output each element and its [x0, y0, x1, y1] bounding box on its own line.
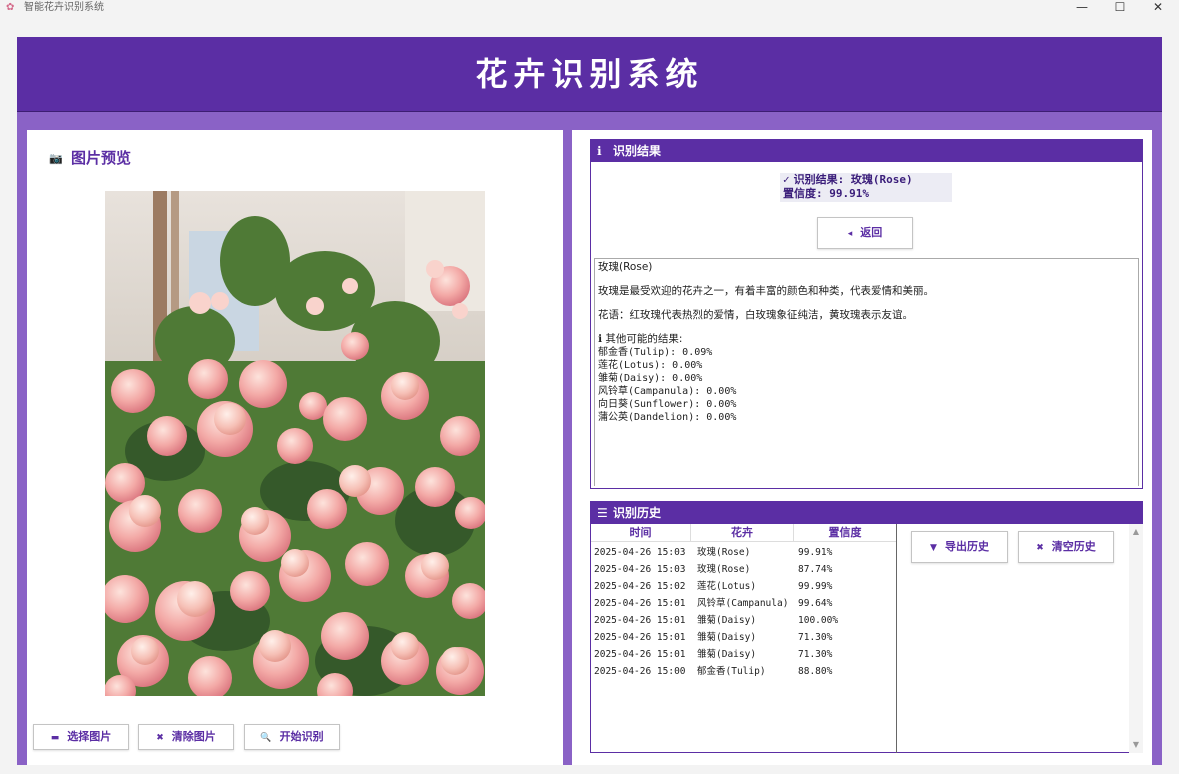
check-icon: ✓ — [783, 173, 790, 186]
clear-history-button[interactable]: ✖ 清空历史 — [1018, 531, 1114, 563]
search-icon: 🔍 — [260, 733, 272, 743]
history-confidence-cell: 99.91% — [798, 547, 833, 558]
result-label: 识别结果: 玫瑰(Rose) — [793, 173, 913, 186]
export-history-button[interactable]: ▼ 导出历史 — [911, 531, 1008, 563]
history-time-cell: 2025-04-26 15:03 — [594, 564, 686, 575]
back-label: 返回 — [860, 226, 883, 239]
scroll-up-icon[interactable]: ▲ — [1129, 526, 1143, 538]
minimize-icon[interactable]: — — [1064, 0, 1100, 16]
detail-name: 玫瑰(Rose) — [598, 261, 653, 273]
history-confidence-cell: 99.64% — [798, 598, 833, 609]
back-button[interactable]: ◂ 返回 — [817, 217, 913, 249]
preview-image — [105, 191, 485, 696]
clear-history-label: 清空历史 — [1051, 540, 1096, 553]
rose-photo — [105, 191, 485, 696]
camera-icon: 📷 — [49, 151, 63, 165]
history-flower-cell: 郁金香(Tulip) — [697, 666, 766, 677]
preview-panel: 📷 图片预览 ▬ 选择图片 ✖ 清除图片 🔍 开始识别 — [27, 130, 563, 765]
history-title: 识别历史 — [613, 506, 662, 520]
preview-title: 📷 图片预览 — [49, 147, 131, 169]
preview-title-label: 图片预览 — [71, 149, 132, 167]
table-row[interactable]: 2025-04-26 15:01 雏菊(Daisy) 71.30% — [591, 629, 896, 646]
history-flower-cell: 雏菊(Daisy) — [697, 649, 757, 660]
history-time-cell: 2025-04-26 15:01 — [594, 598, 686, 609]
app-title: 花卉识别系统 — [475, 55, 704, 93]
history-confidence-cell: 88.80% — [798, 666, 833, 677]
history-time-cell: 2025-04-26 15:00 — [594, 666, 686, 677]
result-detail-text: 玫瑰(Rose) 玫瑰是最受欢迎的花卉之一，有着丰富的颜色和种类，代表爱情和美丽… — [594, 258, 1139, 486]
back-arrow-icon: ◂ — [847, 229, 853, 239]
table-row[interactable]: 2025-04-26 15:00 郁金香(Tulip) 88.80% — [591, 663, 896, 680]
history-time-cell: 2025-04-26 15:02 — [594, 581, 686, 592]
history-flower-cell: 雏菊(Daisy) — [697, 615, 757, 626]
detail-others-list: 郁金香(Tulip): 0.09% 莲花(Lotus): 0.00% 雏菊(Dais… — [598, 346, 1135, 424]
app-frame: 花卉识别系统 📷 图片预览 ▬ 选择图片 ✖ 清除图片 🔍 开始识别 ℹ 识别结… — [17, 37, 1162, 765]
history-confidence-cell: 71.30% — [798, 632, 833, 643]
other-result-item: 郁金香(Tulip): 0.09% — [598, 347, 713, 358]
column-header-flower[interactable]: 花卉 — [691, 524, 794, 542]
right-panel: ℹ 识别结果 ✓ 识别结果: 玫瑰(Rose) 置信度: 99.91% ◂ 返回 玫瑰… — [572, 130, 1152, 765]
scroll-down-icon[interactable]: ▼ — [1129, 739, 1143, 751]
table-row[interactable]: 2025-04-26 15:03 玫瑰(Rose) 99.91% — [591, 544, 896, 561]
history-time-cell: 2025-04-26 15:03 — [594, 547, 686, 558]
clear-icon: ✖ — [156, 733, 164, 743]
other-result-item: 雏菊(Daisy): 0.00% — [598, 373, 703, 384]
table-row[interactable]: 2025-04-26 15:03 玫瑰(Rose) 87.74% — [591, 561, 896, 578]
detail-others-title: ℹ 其他可能的结果: — [598, 333, 683, 345]
info-icon: ℹ — [597, 144, 602, 158]
other-result-item: 蒲公英(Dandelion): 0.00% — [598, 412, 737, 423]
history-scrollbar[interactable]: ▲ ▼ — [1129, 524, 1143, 753]
history-confidence-cell: 87.74% — [798, 564, 833, 575]
flower-icon: ✿ — [6, 2, 15, 13]
image-icon: ▬ — [50, 733, 60, 743]
export-history-label: 导出历史 — [944, 540, 989, 553]
table-row[interactable]: 2025-04-26 15:01 风铃草(Campanula) 99.64% — [591, 595, 896, 612]
clear-image-button[interactable]: ✖ 清除图片 — [138, 724, 234, 750]
start-recognition-button[interactable]: 🔍 开始识别 — [244, 724, 340, 750]
column-header-time[interactable]: 时间 — [591, 524, 691, 542]
history-confidence-cell: 100.00% — [798, 615, 839, 626]
history-time-cell: 2025-04-26 15:01 — [594, 632, 686, 643]
history-flower-cell: 雏菊(Daisy) — [697, 632, 757, 643]
other-result-item: 莲花(Lotus): 0.00% — [598, 360, 703, 371]
start-recognition-label: 开始识别 — [279, 730, 324, 743]
other-result-item: 风铃草(Campanula): 0.00% — [598, 386, 737, 397]
window-title: 智能花卉识别系统 — [24, 2, 104, 13]
history-confidence-cell: 99.99% — [798, 581, 833, 592]
window-titlebar: ✿ 智能花卉识别系统 — ☐ ✕ — [0, 0, 1179, 16]
history-flower-cell: 玫瑰(Rose) — [697, 547, 751, 558]
table-row[interactable]: 2025-04-26 15:02 莲花(Lotus) 99.99% — [591, 578, 896, 595]
history-flower-cell: 玫瑰(Rose) — [697, 564, 751, 575]
table-row[interactable]: 2025-04-26 15:01 雏菊(Daisy) 71.30% — [591, 646, 896, 663]
column-header-confidence[interactable]: 置信度 — [794, 524, 896, 542]
clear-image-label: 清除图片 — [171, 730, 216, 743]
detail-flower-language: 花语：红玫瑰代表热烈的爱情，白玫瑰象征纯洁，黄玫瑰表示友谊。 — [598, 309, 913, 321]
history-time-cell: 2025-04-26 15:01 — [594, 615, 686, 626]
history-flower-cell: 莲花(Lotus) — [697, 581, 757, 592]
history-table[interactable]: 时间 花卉 置信度 2025-04-26 15:03 玫瑰(Rose) 99.91%… — [591, 524, 897, 753]
app-header: 花卉识别系统 — [17, 37, 1162, 112]
close-icon[interactable]: ✕ — [1140, 0, 1176, 16]
select-image-button[interactable]: ▬ 选择图片 — [33, 724, 129, 750]
result-summary: ✓ 识别结果: 玫瑰(Rose) 置信度: 99.91% — [780, 173, 952, 202]
result-title: 识别结果 — [613, 144, 662, 158]
history-panel: ☰ 识别历史 时间 花卉 置信度 2025-04-26 15:03 玫瑰(Rose)… — [590, 501, 1143, 753]
other-result-item: 向日葵(Sunflower): 0.00% — [598, 399, 737, 410]
history-confidence-cell: 71.30% — [798, 649, 833, 660]
maximize-icon[interactable]: ☐ — [1102, 0, 1138, 16]
list-icon: ☰ — [597, 506, 608, 520]
result-panel: ℹ 识别结果 ✓ 识别结果: 玫瑰(Rose) 置信度: 99.91% ◂ 返回 玫瑰… — [590, 139, 1143, 489]
select-image-label: 选择图片 — [67, 730, 112, 743]
download-icon: ▼ — [930, 543, 937, 553]
history-flower-cell: 风铃草(Campanula) — [697, 598, 789, 609]
detail-description: 玫瑰是最受欢迎的花卉之一，有着丰富的颜色和种类，代表爱情和美丽。 — [598, 285, 934, 297]
clear-icon: ✖ — [1036, 543, 1044, 553]
history-time-cell: 2025-04-26 15:01 — [594, 649, 686, 660]
confidence-label: 置信度: 99.91% — [783, 187, 869, 200]
result-header: ℹ 识别结果 — [591, 140, 1142, 162]
history-header: ☰ 识别历史 — [591, 502, 1142, 524]
table-row[interactable]: 2025-04-26 15:01 雏菊(Daisy) 100.00% — [591, 612, 896, 629]
